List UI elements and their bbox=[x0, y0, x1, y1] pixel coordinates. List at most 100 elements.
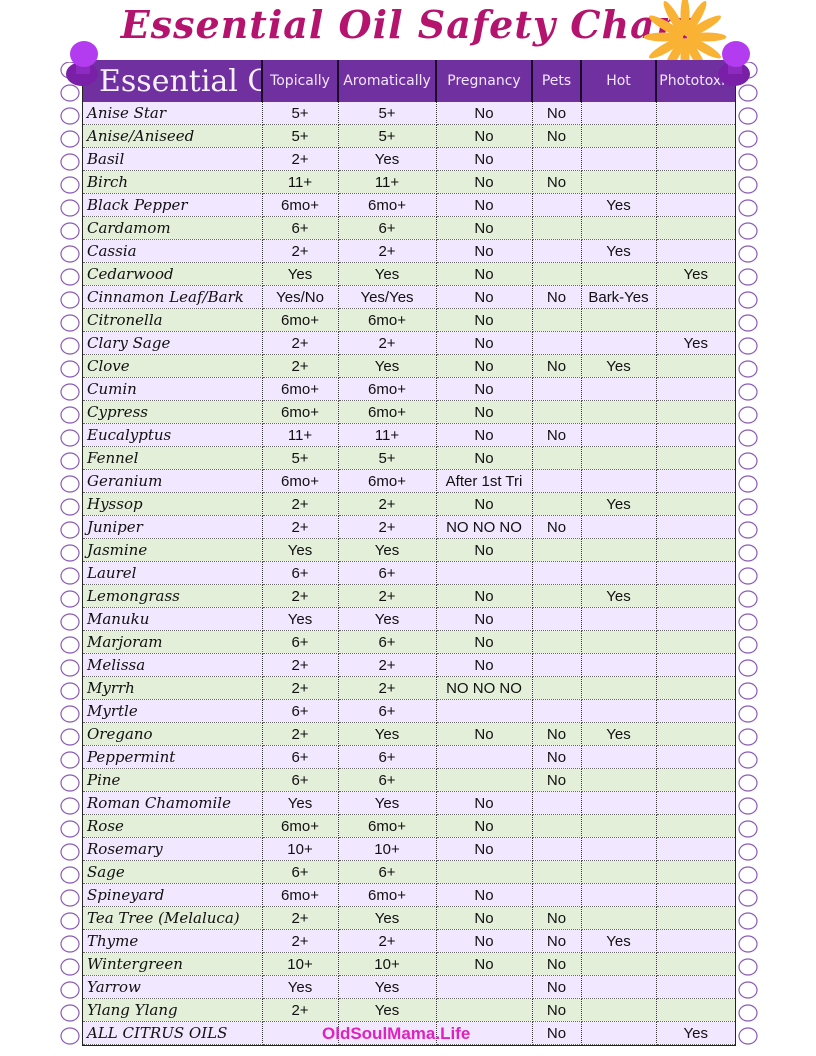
cell-pregnancy: No bbox=[436, 239, 533, 263]
safety-table-container: Essential Oil Topically Aromatically Pre… bbox=[82, 60, 736, 1046]
table-row: Ylang Ylang 2+ Yes No bbox=[83, 998, 735, 1022]
cell-phototoxic bbox=[656, 607, 735, 631]
cell-phototoxic bbox=[656, 538, 735, 562]
cell-topically: Yes bbox=[262, 538, 339, 562]
table-row: Cinnamon Leaf/Bark Yes/No Yes/Yes No No Bark-… bbox=[83, 285, 735, 309]
cell-topically: 2+ bbox=[262, 147, 339, 171]
cell-aromatically: Yes bbox=[338, 607, 437, 631]
cell-phototoxic bbox=[656, 446, 735, 470]
cell-aromatically: 2+ bbox=[338, 515, 437, 539]
cell-pets: No bbox=[532, 745, 582, 769]
cell-oil-name: Anise/Aniseed bbox=[83, 124, 263, 148]
cell-aromatically: 6mo+ bbox=[338, 308, 437, 332]
table-row: Geranium 6mo+ 6mo+ After 1st Tri bbox=[83, 469, 735, 493]
table-row: Tea Tree (Melaluca) 2+ Yes No No bbox=[83, 906, 735, 930]
cell-pregnancy bbox=[436, 998, 533, 1022]
cell-topically: 6+ bbox=[262, 630, 339, 654]
cell-topically: 2+ bbox=[262, 929, 339, 953]
cell-pregnancy: After 1st Tri bbox=[436, 469, 533, 493]
watermark: OldSoulMama.Life bbox=[322, 1024, 471, 1043]
cell-aromatically: Yes bbox=[338, 791, 437, 815]
cell-oil-name: Myrtle bbox=[83, 699, 263, 723]
cell-pregnancy: No bbox=[436, 216, 533, 240]
cell-hot: Yes bbox=[581, 354, 657, 378]
cell-aromatically: 6mo+ bbox=[338, 883, 437, 907]
cell-aromatically: 11+ bbox=[338, 423, 437, 447]
cell-pets bbox=[532, 653, 582, 677]
cell-oil-name: Peppermint bbox=[83, 745, 263, 769]
cell-topically: Yes bbox=[262, 791, 339, 815]
cell-phototoxic bbox=[656, 308, 735, 332]
cell-pets bbox=[532, 607, 582, 631]
cell-pets: No bbox=[532, 102, 582, 125]
table-row: Cassia 2+ 2+ No Yes bbox=[83, 239, 735, 263]
cell-pets: No bbox=[532, 124, 582, 148]
cell-aromatically: 2+ bbox=[338, 929, 437, 953]
cell-pregnancy bbox=[436, 768, 533, 792]
cell-pets bbox=[532, 308, 582, 332]
cell-aromatically: Yes bbox=[338, 722, 437, 746]
cell-phototoxic bbox=[656, 722, 735, 746]
cell-pregnancy: No bbox=[436, 102, 533, 125]
cell-pets bbox=[532, 446, 582, 470]
table-row: Anise Star 5+ 5+ No No bbox=[83, 102, 735, 125]
cell-aromatically: 2+ bbox=[338, 331, 437, 355]
cell-aromatically: 6+ bbox=[338, 699, 437, 723]
cell-hot: Yes bbox=[581, 929, 657, 953]
cell-oil-name: Clove bbox=[83, 354, 263, 378]
cell-pregnancy: No bbox=[436, 446, 533, 470]
cell-phototoxic bbox=[656, 377, 735, 401]
table-row: Pine 6+ 6+ No bbox=[83, 768, 735, 792]
cell-topically: 6+ bbox=[262, 745, 339, 769]
cell-hot bbox=[581, 147, 657, 171]
cell-topically: 6mo+ bbox=[262, 193, 339, 217]
cell-topically: Yes bbox=[262, 975, 339, 999]
cell-pets: No bbox=[532, 285, 582, 309]
header-essential-oil: Essential Oil bbox=[83, 60, 263, 102]
cell-topically: Yes/No bbox=[262, 285, 339, 309]
cell-pregnancy: No bbox=[436, 193, 533, 217]
cell-oil-name: Ylang Ylang bbox=[83, 998, 263, 1022]
cell-oil-name: Cedarwood bbox=[83, 262, 263, 286]
cell-pets: No bbox=[532, 354, 582, 378]
cell-aromatically: 6mo+ bbox=[338, 469, 437, 493]
cell-phototoxic: Yes bbox=[656, 331, 735, 355]
cell-topically: 6+ bbox=[262, 860, 339, 884]
cell-phototoxic bbox=[656, 929, 735, 953]
cell-pregnancy: No bbox=[436, 308, 533, 332]
cell-hot bbox=[581, 446, 657, 470]
cell-pets bbox=[532, 469, 582, 493]
table-row: Fennel 5+ 5+ No bbox=[83, 446, 735, 470]
cell-aromatically: 5+ bbox=[338, 124, 437, 148]
cell-pets: No bbox=[532, 423, 582, 447]
cell-aromatically: Yes bbox=[338, 975, 437, 999]
cell-hot bbox=[581, 975, 657, 999]
cell-aromatically: 6+ bbox=[338, 745, 437, 769]
cell-phototoxic: Yes bbox=[656, 262, 735, 286]
cell-pets: No bbox=[532, 722, 582, 746]
cell-oil-name: Fennel bbox=[83, 446, 263, 470]
table-row: Marjoram 6+ 6+ No bbox=[83, 630, 735, 654]
cell-topically: 6mo+ bbox=[262, 377, 339, 401]
cell-aromatically: Yes/Yes bbox=[338, 285, 437, 309]
cell-oil-name: Clary Sage bbox=[83, 331, 263, 355]
cell-topically: 11+ bbox=[262, 170, 339, 194]
cell-aromatically: 6+ bbox=[338, 561, 437, 585]
cell-pregnancy: No bbox=[436, 653, 533, 677]
table-row: Juniper 2+ 2+ NO NO NO No bbox=[83, 515, 735, 539]
cell-phototoxic bbox=[656, 147, 735, 171]
cell-oil-name: Manuku bbox=[83, 607, 263, 631]
table-row: Eucalyptus 11+ 11+ No No bbox=[83, 423, 735, 447]
cell-aromatically: 2+ bbox=[338, 584, 437, 608]
cell-oil-name: Eucalyptus bbox=[83, 423, 263, 447]
table-row: Manuku Yes Yes No bbox=[83, 607, 735, 631]
cell-pregnancy: No bbox=[436, 170, 533, 194]
table-row: Basil 2+ Yes No bbox=[83, 147, 735, 171]
cell-hot bbox=[581, 124, 657, 148]
cell-phototoxic bbox=[656, 561, 735, 585]
header-aromatically: Aromatically bbox=[338, 60, 437, 102]
cell-phototoxic bbox=[656, 860, 735, 884]
cell-oil-name: Cypress bbox=[83, 400, 263, 424]
cell-topically: 6mo+ bbox=[262, 814, 339, 838]
cell-oil-name: Oregano bbox=[83, 722, 263, 746]
